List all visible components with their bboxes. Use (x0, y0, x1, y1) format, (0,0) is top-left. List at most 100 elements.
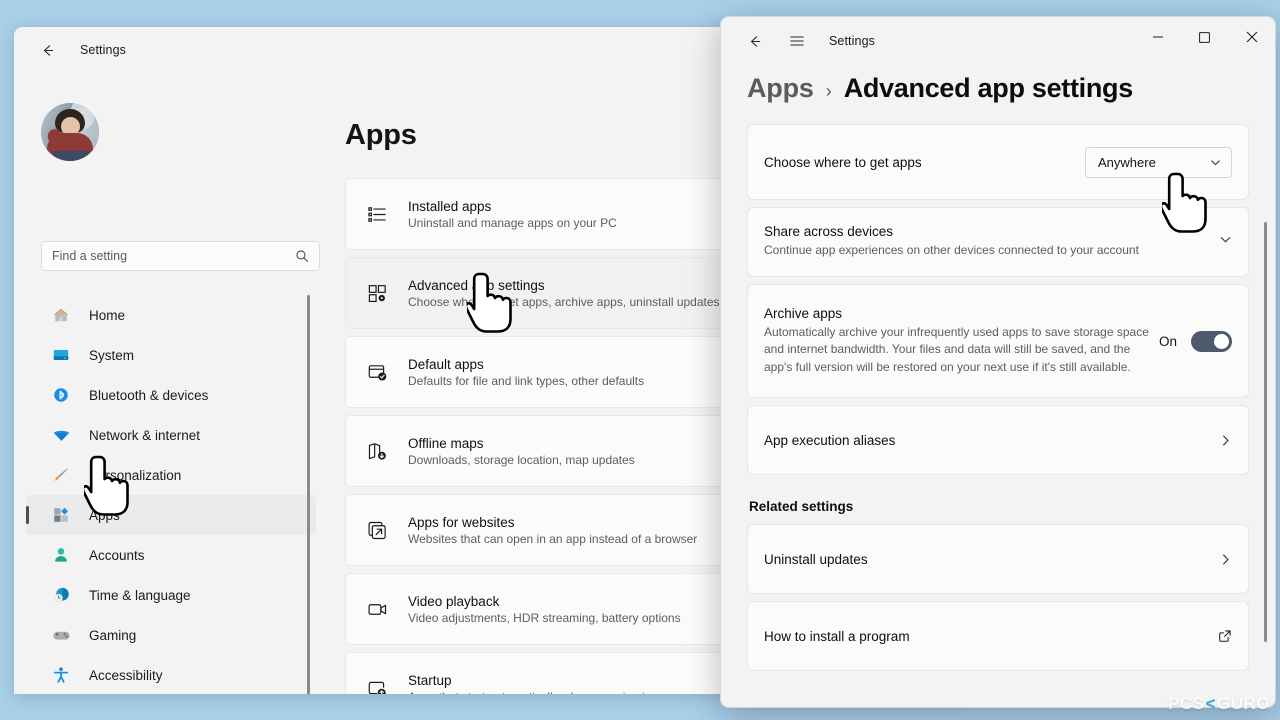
list-item-subtitle: Apps that start automatically when you s… (408, 690, 651, 695)
list-item-title: Default apps (408, 356, 484, 372)
list-item-subtitle: Uninstall and manage apps on your PC (408, 215, 617, 230)
uninstall-updates-card[interactable]: Uninstall updates (747, 524, 1249, 594)
app-execution-aliases-card[interactable]: App execution aliases (747, 405, 1249, 475)
back-arrow-icon[interactable] (30, 35, 64, 65)
search-icon (295, 249, 309, 263)
list-item-title: Video playback (408, 593, 500, 609)
sidebar-item-label: Bluetooth & devices (89, 387, 209, 403)
search-input[interactable]: Find a setting (41, 241, 320, 271)
breadcrumb-parent[interactable]: Apps (747, 73, 814, 104)
breadcrumb-current: Advanced app settings (843, 73, 1134, 103)
search-placeholder: Find a setting (52, 249, 128, 263)
advanced-app-settings-icon (362, 278, 392, 308)
back-arrow-icon[interactable] (737, 26, 771, 56)
sidebar-item-gaming[interactable]: Gaming (26, 615, 316, 655)
sidebar-item-home[interactable]: Home (26, 295, 316, 335)
sidebar-item-accessibility[interactable]: Accessibility (26, 655, 316, 694)
related-settings-title: Related settings (749, 499, 854, 514)
default-apps-icon (362, 357, 392, 387)
breadcrumb: Apps › Advanced app settings (721, 73, 1275, 104)
uninstall-updates-title: Uninstall updates (764, 551, 868, 567)
dropdown-value: Anywhere (1098, 154, 1156, 170)
sidebar-item-label: Network & internet (89, 427, 201, 443)
archive-apps-title: Archive apps (764, 305, 843, 321)
system-icon (50, 345, 72, 365)
hamburger-menu-icon[interactable] (781, 26, 813, 56)
archive-apps-toggle-group: On (1158, 330, 1232, 352)
sidebar-item-personalization[interactable]: Personalization (26, 455, 316, 495)
offline-maps-icon (362, 436, 392, 466)
desktop: Settings Find a setting Home System Blue… (0, 0, 1280, 720)
sidebar-item-bluetooth-devices[interactable]: Bluetooth & devices (26, 375, 316, 415)
sidebar-item-label: System (89, 347, 135, 363)
sidebar-item-label: Accounts (89, 547, 145, 563)
chevron-down-icon (1210, 157, 1221, 168)
sidebar-item-network-internet[interactable]: Network & internet (26, 415, 316, 455)
sidebar-item-label: Personalization (89, 467, 182, 483)
list-item-title: Apps for websites (408, 514, 515, 530)
sidebar-item-label: Accessibility (89, 667, 163, 683)
apps-for-websites-icon (362, 515, 392, 545)
archive-apps-toggle[interactable] (1191, 330, 1232, 352)
avatar[interactable] (41, 103, 99, 161)
foreground-window-title: Settings (829, 34, 875, 48)
sidebar-item-accounts[interactable]: Accounts (26, 535, 316, 575)
chevron-down-icon[interactable] (1219, 233, 1232, 251)
list-item-subtitle: Defaults for file and link types, other … (408, 373, 645, 388)
sidebar-item-label: Home (89, 307, 126, 323)
time-language-icon (50, 585, 72, 605)
share-across-devices-subtitle: Continue app experiences on other device… (764, 243, 1139, 258)
foreground-scrollbar[interactable] (1264, 222, 1267, 642)
gaming-icon (50, 625, 72, 645)
installed-apps-icon (362, 199, 392, 229)
close-icon[interactable] (1228, 17, 1275, 57)
foreground-window-controls (1134, 17, 1275, 57)
choose-where-to-get-apps-card[interactable]: Choose where to get apps Anywhere (747, 124, 1249, 200)
watermark-part1: PCS (1168, 694, 1205, 713)
list-item-subtitle: Video adjustments, HDR streaming, batter… (408, 610, 681, 625)
accessibility-icon (50, 665, 72, 685)
startup-icon (362, 673, 392, 694)
foreground-content: Choose where to get apps Anywhere Share … (721, 124, 1275, 690)
accounts-icon (50, 545, 72, 565)
list-item-subtitle: Websites that can open in an app instead… (408, 531, 698, 546)
sidebar-item-label: Time & language (89, 587, 191, 603)
choose-where-label: Choose where to get apps (764, 154, 922, 170)
home-icon (50, 305, 72, 325)
sidebar-scrollbar[interactable] (307, 295, 310, 694)
how-to-install-title: How to install a program (764, 628, 910, 644)
share-across-devices-card[interactable]: Share across devices Continue app experi… (747, 207, 1249, 277)
minimize-icon[interactable] (1134, 17, 1181, 57)
chevron-right-icon (1219, 553, 1232, 566)
app-execution-aliases-title: App execution aliases (764, 432, 896, 448)
share-across-devices-title: Share across devices (764, 224, 894, 240)
list-item-title: Offline maps (408, 435, 484, 451)
list-item-subtitle: Choose where to get apps, archive apps, … (408, 294, 720, 309)
sidebar-item-apps[interactable]: Apps (26, 495, 316, 535)
foreground-settings-window[interactable]: Settings Apps › Advanced app settings Ch… (720, 16, 1276, 708)
toggle-state-label: On (1158, 333, 1177, 349)
foreground-window-titlebar: Settings (721, 17, 1275, 65)
list-item-title: Installed apps (408, 198, 492, 214)
watermark-part2: GURO (1217, 694, 1270, 713)
chevron-right-icon (1219, 434, 1232, 447)
sidebar-item-label: Apps (89, 507, 120, 523)
sidebar-item-system[interactable]: System (26, 335, 316, 375)
list-item-subtitle: Downloads, storage location, map updates (408, 452, 635, 467)
bluetooth-icon (50, 385, 72, 405)
sidebar-item-label: Gaming (89, 627, 137, 643)
background-sidebar: Find a setting Home System Bluetooth & d… (14, 73, 320, 694)
personalization-icon (50, 465, 72, 485)
apps-icon (50, 505, 72, 525)
get-apps-source-dropdown[interactable]: Anywhere (1085, 146, 1232, 178)
watermark-separator: < (1205, 694, 1216, 713)
how-to-install-a-program-card[interactable]: How to install a program (747, 601, 1249, 671)
list-item-title: Advanced app settings (408, 277, 545, 293)
list-item-title: Startup (408, 672, 452, 688)
network-icon (50, 425, 72, 445)
external-link-icon (1218, 629, 1232, 643)
archive-apps-card[interactable]: Archive apps Automatically archive your … (747, 284, 1249, 398)
maximize-icon[interactable] (1181, 17, 1228, 57)
sidebar-nav-list: Home System Bluetooth & devices Network … (26, 295, 316, 694)
sidebar-item-time-language[interactable]: Time & language (26, 575, 316, 615)
